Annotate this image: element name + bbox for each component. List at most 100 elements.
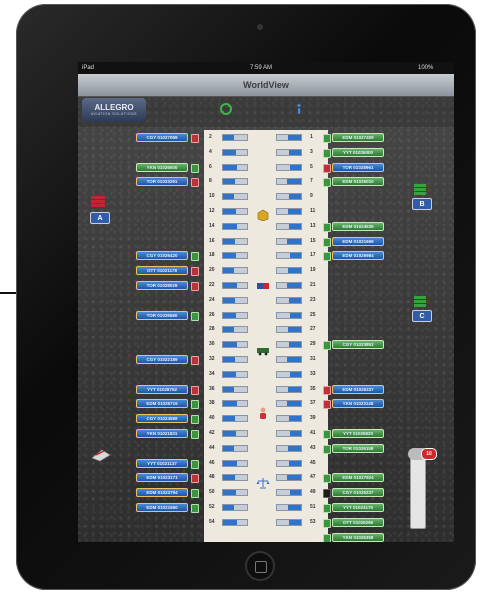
shelf-slot[interactable]	[222, 356, 248, 363]
item-tag[interactable]: CGY 01023853	[332, 340, 384, 350]
shelf-slot[interactable]	[276, 208, 302, 215]
shelf-slot[interactable]	[222, 489, 248, 497]
shelf-slot[interactable]	[222, 415, 248, 423]
item-tag[interactable]: CGY 01026420	[136, 251, 188, 261]
shelf-slot[interactable]	[222, 400, 248, 408]
item-tag[interactable]: EDM 01023794	[136, 488, 188, 498]
shelf-slot[interactable]	[276, 148, 302, 156]
item-tag[interactable]: EDM 01026716	[136, 399, 188, 409]
shelf-slot[interactable]	[276, 267, 302, 275]
shelf-slot[interactable]	[222, 504, 248, 511]
item-tag[interactable]: CGY 01022189	[136, 355, 188, 364]
shelf-slot[interactable]	[276, 385, 302, 393]
shelf-slot[interactable]	[222, 267, 248, 275]
capacity-gauge[interactable]	[408, 448, 428, 529]
shelf-slot[interactable]	[222, 430, 248, 437]
shelf-slot[interactable]	[276, 237, 302, 245]
shelf-slot[interactable]	[276, 444, 302, 452]
refresh-icon[interactable]	[219, 102, 233, 116]
item-tag[interactable]: OTT 01021178	[136, 266, 188, 276]
shelf-slot[interactable]	[276, 504, 302, 511]
shelf-slot[interactable]	[276, 134, 302, 141]
shelf-slot[interactable]	[222, 326, 248, 334]
item-tag[interactable]: OTT 01026296	[332, 517, 384, 527]
shelf-slot[interactable]	[276, 430, 302, 437]
shelf-slot[interactable]	[222, 134, 248, 141]
shelf-slot[interactable]	[276, 193, 302, 201]
item-tag[interactable]: YKN 01026358	[332, 532, 384, 542]
item-tag[interactable]: TOR 01028961	[332, 162, 384, 172]
item-tag[interactable]: YYT 01024175	[332, 503, 384, 512]
scale-icon[interactable]	[256, 477, 270, 489]
item-tag[interactable]: EDM 01023171	[136, 473, 188, 483]
station-a[interactable]: A	[90, 212, 110, 224]
item-tag[interactable]: YYT 01026820	[332, 429, 384, 438]
shelf-slot[interactable]	[222, 444, 248, 452]
shelf-slot[interactable]	[222, 222, 248, 230]
shelf-slot[interactable]	[222, 341, 248, 349]
shelf-slot[interactable]	[276, 518, 302, 526]
shelf-slot[interactable]	[276, 489, 302, 497]
info-icon[interactable]	[293, 103, 305, 115]
item-tag[interactable]: YYT 01028752	[136, 384, 188, 394]
item-tag[interactable]: EDM 01026010	[332, 177, 384, 187]
item-tag[interactable]: CGY 01026237	[332, 488, 384, 498]
shelf-slot[interactable]	[276, 282, 302, 289]
item-tag[interactable]: YYT 01021137	[136, 458, 188, 468]
package-icon[interactable]	[256, 209, 270, 221]
shelf-slot[interactable]	[222, 148, 248, 156]
shelf-slot[interactable]	[222, 163, 248, 171]
home-button[interactable]	[245, 551, 275, 581]
shelf-slot[interactable]	[222, 296, 248, 304]
shelf-slot[interactable]	[222, 474, 248, 482]
notification-badge[interactable]: 10	[421, 448, 437, 460]
item-tag[interactable]: EDM 01021660	[136, 503, 188, 512]
broken-robot-icon[interactable]	[90, 446, 112, 462]
item-tag[interactable]: TOR 01023291	[136, 177, 188, 187]
vehicle-icon[interactable]	[256, 344, 270, 356]
item-tag[interactable]: EDM 01027409	[332, 133, 384, 142]
shelf-slot[interactable]	[276, 356, 302, 363]
shelf-slot[interactable]	[276, 370, 302, 378]
item-tag[interactable]: YYT 01026000	[332, 147, 384, 157]
robot-stack-icon[interactable]	[88, 194, 110, 210]
item-tag[interactable]: EDM 01021669	[332, 236, 384, 246]
shelf-slot[interactable]	[222, 459, 248, 467]
item-tag[interactable]: EDM 01026337	[332, 384, 384, 394]
shelf-slot[interactable]	[276, 341, 302, 349]
item-tag[interactable]: YKN 01026000	[136, 162, 188, 172]
shelf-slot[interactable]	[222, 237, 248, 245]
shelf-slot[interactable]	[276, 400, 302, 408]
station-b[interactable]: B	[412, 198, 432, 210]
item-tag[interactable]: EDM 01024536	[332, 221, 384, 231]
shelf-slot[interactable]	[276, 459, 302, 467]
shelf-slot[interactable]	[222, 385, 248, 393]
item-tag[interactable]: YKN 01021831	[136, 429, 188, 438]
shelf-slot[interactable]	[276, 474, 302, 482]
item-tag[interactable]: YKN 01023148	[332, 399, 384, 409]
robot-stack-icon[interactable]	[410, 182, 432, 198]
item-tag[interactable]: TOR 01026580	[136, 310, 188, 320]
item-tag[interactable]: CGY 01024589	[136, 414, 188, 424]
shelf-slot[interactable]	[222, 252, 248, 260]
shelf-slot[interactable]	[222, 311, 248, 319]
item-tag[interactable]: CGY 01027069	[136, 133, 188, 142]
item-tag[interactable]: TOR 01028029	[136, 281, 188, 290]
shelf-slot[interactable]	[276, 163, 302, 171]
robot-stack-icon[interactable]	[410, 294, 432, 310]
shelf-slot[interactable]	[276, 296, 302, 304]
shelf-slot[interactable]	[222, 208, 248, 215]
shelf-slot[interactable]	[276, 326, 302, 334]
item-tag[interactable]: EDM 01026984	[332, 251, 384, 261]
shelf-slot[interactable]	[222, 282, 248, 289]
flag-icon[interactable]	[256, 280, 270, 292]
shelf-slot[interactable]	[276, 178, 302, 186]
station-c[interactable]: C	[412, 310, 432, 322]
shelf-slot[interactable]	[276, 252, 302, 260]
person-icon[interactable]	[256, 407, 270, 419]
shelf-slot[interactable]	[222, 178, 248, 186]
shelf-slot[interactable]	[276, 311, 302, 319]
shelf-slot[interactable]	[222, 518, 248, 526]
shelf-slot[interactable]	[222, 193, 248, 201]
item-tag[interactable]: TOR 01026158	[332, 443, 384, 453]
